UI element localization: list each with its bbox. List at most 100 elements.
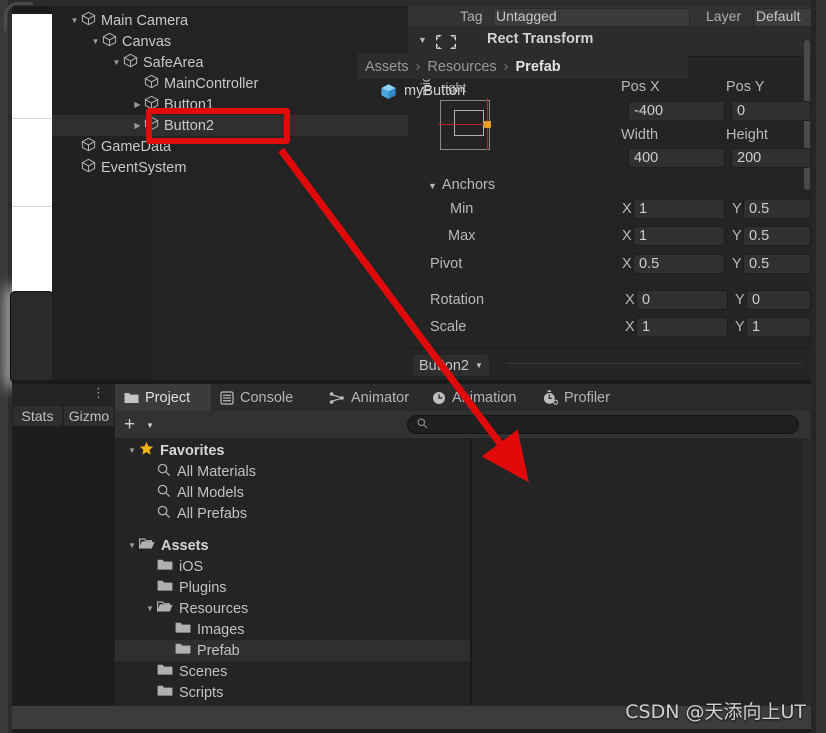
gameobject-cube-icon [81, 11, 96, 30]
tab-label: Animator [351, 389, 410, 406]
pivot-x-input[interactable]: 0.5 [633, 254, 725, 274]
anchor-max-label: Max [448, 228, 476, 244]
project-content-pane[interactable] [472, 438, 803, 729]
chevron-down-icon[interactable]: ▼ [143, 604, 157, 613]
expander-spacer: ▼ [161, 646, 175, 655]
project-item-label: Prefab [197, 642, 240, 659]
search-icon [157, 505, 171, 523]
tab-animation[interactable]: Animation [423, 384, 533, 411]
anchor-min-x-input[interactable]: 1 [633, 199, 725, 219]
project-item-label: All Materials [177, 463, 256, 480]
chevron-right-icon[interactable]: ▶ [131, 121, 144, 130]
chevron-right-icon[interactable]: ▶ [131, 100, 144, 109]
hierarchy-item-safearea[interactable]: ▼ SafeArea [52, 52, 408, 73]
chevron-down-icon[interactable]: ▼ [89, 37, 102, 46]
project-tab-bar[interactable]: Project Console Animator Animation Profiler [115, 384, 811, 411]
anchors-foldout[interactable]: ▼ Anchors [428, 177, 495, 193]
stats-button[interactable]: Stats [12, 405, 63, 427]
left-column-status-bar [12, 706, 115, 729]
hierarchy-item-maincontroller[interactable]: ▼ MainController [52, 73, 408, 94]
expander-spacer: ▼ [143, 667, 157, 676]
gizmos-button[interactable]: Gizmo [63, 405, 115, 427]
hierarchy-item-eventsystem[interactable]: ▼ EventSystem [52, 157, 408, 178]
project-item-scripts[interactable]: ▼ Scripts [115, 682, 472, 703]
project-item-label: Images [197, 621, 245, 638]
gameobject-cube-icon [81, 158, 96, 177]
anchor-min-y-input[interactable]: 0.5 [743, 199, 811, 219]
chevron-down-icon[interactable]: ▼ [110, 58, 123, 67]
project-item-all-prefabs[interactable]: ▼ All Prefabs [115, 503, 472, 524]
breadcrumb-item-assets[interactable]: Assets [365, 59, 409, 75]
expander-spacer: ▼ [68, 142, 81, 151]
chevron-down-icon: ▼ [428, 181, 437, 191]
height-input[interactable]: 200 [731, 148, 811, 168]
breadcrumb-item-prefab: Prefab [515, 58, 561, 75]
project-item-resources[interactable]: ▼ Resources [115, 598, 472, 619]
hierarchy-panel[interactable]: ▼ Main Camera ▼ Canvas ▼ SafeArea ▼ MainControl… [52, 6, 460, 386]
tab-console[interactable]: Console [211, 384, 320, 411]
tag-value: Untagged [496, 8, 557, 24]
hierarchy-item-main-camera[interactable]: ▼ Main Camera [52, 10, 408, 31]
height-label: Height [726, 127, 768, 143]
width-input[interactable]: 400 [628, 148, 725, 168]
search-icon [157, 484, 171, 502]
chevron-down-icon[interactable]: ▼ [146, 421, 154, 430]
breadcrumb-item-resources[interactable]: Resources [427, 59, 496, 75]
anchor-min-label: Min [450, 201, 474, 217]
project-item-ios[interactable]: ▼ iOS [115, 556, 472, 577]
chevron-down-icon: ▼ [475, 361, 483, 370]
breadcrumb[interactable]: Assets › Resources › Prefab [357, 54, 688, 79]
project-item-label: All Models [177, 484, 244, 501]
scene-view-overlay-panel[interactable] [10, 291, 54, 383]
pivot-y-input[interactable]: 0.5 [743, 254, 811, 274]
project-item-favorites[interactable]: ▼ Favorites [115, 440, 472, 461]
overflow-menu-icon[interactable]: ⋮ [92, 386, 105, 399]
asset-item-mybutton[interactable]: myButton [357, 79, 688, 103]
project-item-assets[interactable]: ▼ Assets [115, 535, 472, 556]
annotation-highlight-box [146, 108, 290, 144]
pos-y-input[interactable]: 0 [731, 101, 811, 121]
project-item-prefab[interactable]: ▼ Prefab [115, 640, 472, 661]
folder-open-icon [156, 600, 173, 617]
scale-x-input[interactable]: 1 [636, 317, 728, 337]
project-item-images[interactable]: ▼ Images [115, 619, 472, 640]
project-search-input[interactable] [407, 415, 799, 434]
gameobject-dropdown-button[interactable]: Button2 ▼ [412, 354, 490, 377]
pos-x-input[interactable]: -400 [628, 101, 725, 121]
chevron-down-icon[interactable]: ▼ [68, 16, 81, 25]
window-frame-right [816, 0, 826, 733]
tab-project[interactable]: Project [115, 384, 211, 411]
project-tree-pane[interactable]: ▼Favorites▼All Materials▼All Models▼All … [115, 438, 472, 729]
rotation-y-input[interactable]: 0 [746, 290, 811, 310]
tab-animator[interactable]: Animator [320, 384, 423, 411]
folder-icon [175, 642, 191, 659]
expander-spacer: ▼ [143, 562, 157, 571]
rect-transform-header[interactable]: ▼ Rect Transform [408, 26, 811, 57]
project-item-plugins[interactable]: ▼ Plugins [115, 577, 472, 598]
tab-label: Animation [452, 389, 517, 406]
scale-y-input[interactable]: 1 [746, 317, 811, 337]
folder-open-icon [138, 537, 155, 554]
project-item-all-models[interactable]: ▼ All Models [115, 482, 472, 503]
hierarchy-item-canvas[interactable]: ▼ Canvas [52, 31, 408, 52]
project-window[interactable]: Project Console Animator Animation Profiler … [115, 384, 811, 729]
anchor-max-x-input[interactable]: 1 [633, 226, 725, 246]
project-content-scrollbar[interactable] [803, 438, 811, 729]
gameobject-cube-icon [123, 53, 138, 72]
rotation-x-input[interactable]: 0 [636, 290, 728, 310]
create-asset-button[interactable]: + [124, 415, 135, 434]
expander-spacer: ▼ [143, 688, 157, 697]
tab-profiler[interactable]: Profiler [533, 384, 633, 411]
anchor-min-y-axis: Y [732, 201, 742, 217]
scale-y-axis: Y [735, 319, 745, 335]
chevron-down-icon[interactable]: ▼ [418, 35, 427, 45]
project-item-scenes[interactable]: ▼ Scenes [115, 661, 472, 682]
chevron-down-icon[interactable]: ▼ [125, 446, 139, 455]
project-item-all-materials[interactable]: ▼ All Materials [115, 461, 472, 482]
hierarchy-tree[interactable]: ▼ Main Camera ▼ Canvas ▼ SafeArea ▼ MainControl… [52, 6, 408, 380]
inspector-tag-layer-row[interactable]: Tag Untagged Layer Default [408, 6, 811, 27]
project-item-label: All Prefabs [177, 505, 248, 522]
anchor-max-y-input[interactable]: 0.5 [743, 226, 811, 246]
chevron-down-icon[interactable]: ▼ [125, 541, 139, 550]
anchor-preset-pivot-dot [484, 121, 491, 128]
